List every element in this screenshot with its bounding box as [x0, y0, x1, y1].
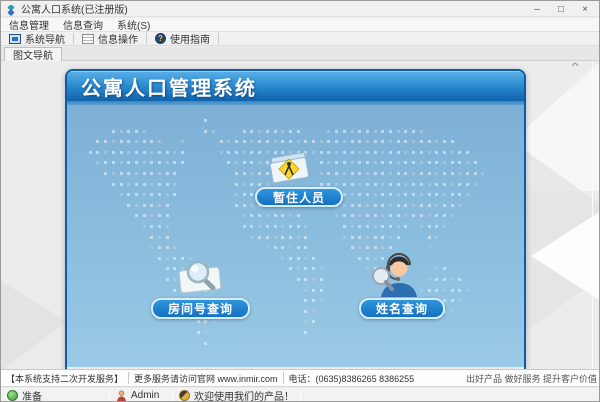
decor-triangle [1, 281, 67, 369]
toolbar-info-ops[interactable]: 信息操作 [74, 32, 146, 46]
toolbar-user-guide[interactable]: ? 使用指南 [147, 32, 218, 46]
main-panel: 公寓人口管理系统 暂住人员 房间号查询 姓名查询 [65, 69, 526, 369]
slogan-text: 出好产品 做好服务 提升客户价值 [465, 373, 597, 384]
maximize-button[interactable]: □ [549, 1, 573, 17]
right-divider [592, 61, 593, 369]
menu-item-system[interactable]: 系统(S) [111, 17, 156, 32]
app-window: 公寓人口系统(已注册版) – □ × 信息管理 信息查询 系统(S) 系统导航 … [0, 0, 600, 402]
ready-text: 准备 [22, 392, 42, 402]
window-title: 公寓人口系统(已注册版) [21, 5, 128, 16]
statusbar-separator [300, 390, 301, 401]
close-button[interactable]: × [573, 1, 597, 17]
collapse-chevron-icon[interactable]: ^ [571, 61, 578, 71]
support-text: 【本系统支持二次开发服务】 [6, 373, 124, 384]
menu-item-info-query[interactable]: 信息查询 [57, 17, 109, 32]
welcome-text: 欢迎使用我们的产品！ [194, 392, 294, 402]
tab-graphic-navigation[interactable]: 图文导航 [4, 47, 62, 62]
toolbar-info-ops-label: 信息操作 [98, 35, 138, 46]
status-bar: 准备 Admin 欢迎使用我们的产品！ [1, 388, 599, 402]
toolbar-system-nav[interactable]: 系统导航 [1, 32, 73, 46]
app-icon [6, 3, 17, 17]
workspace: ^ 公寓人口管理系统 暂住人员 房间号查询 姓名查询 [1, 61, 599, 369]
status-welcome: 欢迎使用我们的产品！ [173, 388, 300, 402]
toolbar: 系统导航 信息操作 ? 使用指南 [1, 31, 599, 46]
menu-bar: 信息管理 信息查询 系统(S) [1, 17, 599, 32]
form-icon [82, 33, 94, 44]
room-number-search-button[interactable]: 房间号查询 [151, 298, 250, 319]
title-bar: 公寓人口系统(已注册版) – □ × [1, 1, 599, 17]
tab-strip: 图文导航 [1, 47, 599, 62]
magnifier-icon[interactable] [173, 257, 227, 302]
folder-person-icon[interactable] [263, 149, 317, 192]
ready-icon [7, 390, 18, 401]
temporary-residents-button[interactable]: 暂住人员 [255, 187, 343, 207]
window-controls: – □ × [525, 1, 597, 17]
user-text: Admin [131, 390, 160, 401]
toolbar-user-guide-label: 使用指南 [170, 35, 210, 46]
info-bar: 【本系统支持二次开发服务】 更多服务请访问官网 www.inmir.com 电话… [1, 369, 599, 387]
operator-icon[interactable] [365, 253, 425, 302]
name-search-button[interactable]: 姓名查询 [359, 298, 445, 319]
welcome-icon [179, 390, 190, 401]
status-ready: 准备 [1, 388, 109, 402]
minimize-button[interactable]: – [525, 1, 549, 17]
help-icon: ? [155, 33, 166, 44]
panel-header: 公寓人口管理系统 [67, 71, 524, 101]
panel-body: 暂住人员 房间号查询 姓名查询 [67, 105, 524, 367]
user-icon [116, 390, 127, 401]
status-user: Admin [110, 390, 172, 401]
monitor-icon [9, 33, 21, 44]
website-text: 更多服务请访问官网 www.inmir.com [134, 373, 278, 384]
toolbar-system-nav-label: 系统导航 [25, 35, 65, 46]
phone-text: 电话：(0635)8386265 8386255 [288, 373, 415, 384]
toolbar-separator [218, 33, 219, 44]
panel-title: 公寓人口管理系统 [81, 77, 257, 100]
menu-item-info-manage[interactable]: 信息管理 [3, 17, 55, 32]
